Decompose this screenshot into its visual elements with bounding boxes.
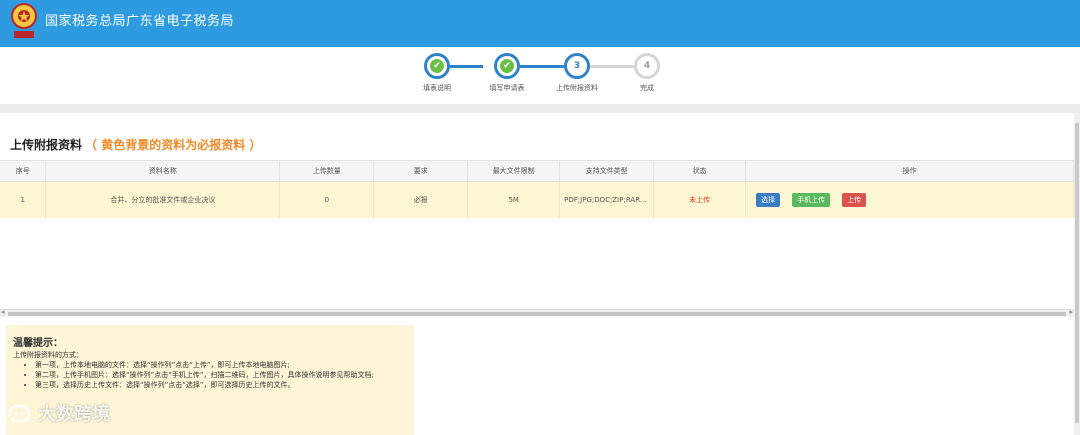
step-done-circle: ✔: [424, 53, 450, 79]
app-title: 国家税务总局广东省电子税务局: [45, 14, 235, 29]
upload-button[interactable]: 上传: [842, 192, 867, 207]
section-heading: 上传附报资料（ 黄色背景的资料为必报资料 ）: [10, 136, 261, 153]
step-number: 3: [564, 53, 590, 79]
column-header: 上传数量: [279, 160, 375, 182]
step-1: ✔ 填表说明: [407, 53, 467, 93]
main-panel: 上传附报资料（ 黄色背景的资料为必报资料 ） 序号 资料名称 上传数量 要求 最…: [0, 113, 1074, 435]
tip-item: 第三项，选择历史上传文件：选择“操作列”点击“选择”，即可选择历史上传的文件。: [35, 380, 407, 390]
check-icon: ✔: [430, 59, 444, 73]
mobile-upload-button[interactable]: 手机上传: [792, 192, 831, 207]
tip-item: 第二项，上传手机图片：选择“操作列”点击“手机上传”，扫描二维码，上传图片，具体…: [35, 370, 407, 380]
max-file-size: 5M: [467, 181, 561, 218]
scrollbar-thumb[interactable]: [8, 312, 1066, 316]
column-header: 状态: [653, 160, 747, 182]
upload-status: 未上传: [653, 181, 747, 218]
tax-bureau-emblem-icon: [11, 3, 37, 38]
column-header: 操作: [745, 160, 1074, 182]
check-icon: ✔: [500, 59, 514, 73]
watermark: 大数跨境: [6, 398, 110, 428]
tip-item: 第一项，上传本地电脑的文件：选择“操作列”点击“上传”，即可上传本地电脑图片;: [35, 360, 407, 370]
column-header: 最大文件限制: [467, 160, 561, 182]
section-note: （ 黄色背景的资料为必报资料 ）: [85, 138, 262, 152]
table-header-row: 序号 资料名称 上传数量 要求 最大文件限制 支持文件类型 状态 操作: [0, 160, 1074, 182]
requirement: 必报: [373, 181, 469, 218]
step-label: 填写申请表: [489, 84, 525, 92]
progress-steps: ✔ 填表说明 ✔ 填写申请表 3 上传附报资料 4 完成: [0, 47, 1080, 104]
tips-title: 温馨提示：: [13, 338, 63, 349]
vertical-scrollbar[interactable]: [1074, 113, 1080, 435]
row-index: 1: [0, 181, 47, 218]
column-header: 支持文件类型: [559, 160, 655, 182]
table-row: 1 合并、分立的批准文件或企业决议 0 必报 5M PDF;JPG;DOC;ZI…: [0, 181, 1074, 218]
app-header: 国家税务总局广东省电子税务局: [0, 0, 1080, 47]
step-done-circle: ✔: [494, 53, 520, 79]
column-header: 序号: [0, 160, 47, 182]
attachments-table: 序号 资料名称 上传数量 要求 最大文件限制 支持文件类型 状态 操作 1 合并…: [0, 160, 1074, 218]
watermark-text: 大数跨境: [38, 404, 110, 425]
horizontal-scrollbar[interactable]: ◂ ▸: [0, 308, 1074, 317]
column-header: 资料名称: [45, 160, 281, 182]
tips-intro: 上传附报资料的方式：: [13, 351, 83, 359]
tips-list: 第一项，上传本地电脑的文件：选择“操作列”点击“上传”，即可上传本地电脑图片; …: [35, 360, 407, 390]
step-2: ✔ 填写申请表: [477, 53, 537, 93]
scroll-left-icon[interactable]: ◂: [1, 308, 5, 316]
actions-cell: 选择 手机上传 上传: [745, 181, 1074, 218]
step-label: 完成: [640, 84, 654, 92]
column-header: 要求: [373, 160, 469, 182]
step-label: 上传附报资料: [556, 84, 598, 92]
section-title: 上传附报资料: [10, 138, 83, 152]
step-number: 4: [634, 53, 660, 79]
step-4: 4 完成: [617, 53, 677, 93]
upload-count: 0: [279, 181, 375, 218]
file-types: PDF;JPG;DOC;ZIP;RAR...: [559, 181, 655, 218]
scrollbar-thumb[interactable]: [1075, 123, 1079, 423]
scroll-right-icon[interactable]: ▸: [1069, 308, 1073, 316]
select-button[interactable]: 选择: [756, 192, 781, 207]
step-label: 填表说明: [423, 84, 451, 92]
document-name: 合并、分立的批准文件或企业决议: [45, 181, 281, 218]
watermark-logo-icon: [7, 404, 31, 423]
step-3: 3 上传附报资料: [547, 53, 607, 93]
